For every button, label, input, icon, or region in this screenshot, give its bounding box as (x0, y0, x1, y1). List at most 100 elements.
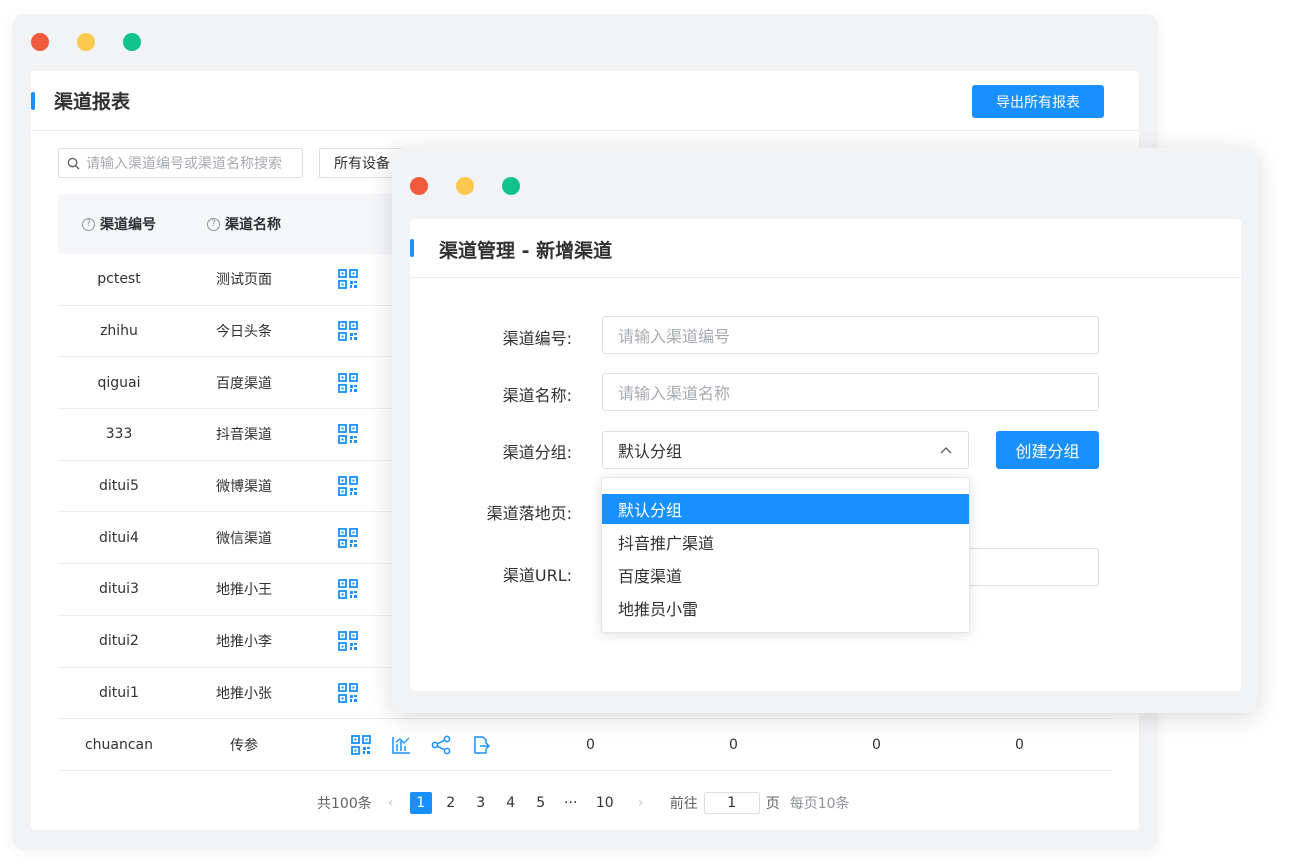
channel-name-input[interactable]: 请输入渠道名称 (602, 373, 1099, 411)
channel-name: 今日头条 (216, 324, 272, 341)
window-maximize-dot[interactable] (502, 177, 520, 195)
channel-group-select[interactable]: 默认分组 (602, 431, 969, 469)
title-accent (410, 239, 414, 257)
group-option[interactable]: 百度渠道 (602, 560, 969, 590)
window-minimize-dot[interactable] (456, 177, 474, 195)
channel-name: 微博渠道 (216, 479, 272, 496)
window-close-dot[interactable] (410, 177, 428, 195)
row-actions (308, 372, 388, 393)
channel-code: qiguai (97, 374, 141, 391)
qr-code-icon[interactable] (338, 476, 358, 496)
qr-code-icon[interactable] (338, 682, 358, 703)
channel-code: ditui3 (99, 581, 139, 598)
channel-name: 抖音渠道 (216, 427, 272, 444)
row-values: 0 0 0 0 (519, 737, 1091, 753)
channel-code: ditui1 (99, 684, 139, 701)
qr-code-icon[interactable] (338, 321, 358, 341)
qr-code-icon[interactable] (338, 269, 358, 290)
page-5[interactable]: 5 (530, 792, 552, 814)
channel-name: 百度渠道 (216, 375, 272, 392)
title-accent (31, 92, 35, 110)
page-title: 渠道报表 (54, 91, 131, 113)
bar-chart-icon[interactable] (391, 735, 411, 755)
create-group-button[interactable]: 创建分组 (996, 431, 1099, 469)
channel-name-placeholder: 请输入渠道名称 (618, 384, 731, 403)
add-channel-window: 渠道管理 - 新增渠道 渠道编号: 请输入渠道编号 渠道名称: 请输入渠道名称 … (392, 148, 1258, 713)
label-channel-url: 渠道URL: (502, 566, 572, 585)
channel-code: pctest (97, 271, 141, 288)
row-actions (308, 631, 388, 652)
channel-name: 地推小王 (216, 582, 272, 599)
pagination-total: 共100条 (317, 796, 372, 812)
channel-name: 地推小张 (216, 685, 272, 702)
search-placeholder: 请输入渠道编号或渠道名称搜索 (86, 156, 282, 172)
channel-code: chuancan (84, 736, 154, 753)
channel-code: ditui5 (99, 478, 139, 495)
export-file-icon[interactable] (471, 735, 491, 755)
qr-code-icon[interactable] (351, 734, 371, 755)
window-minimize-dot[interactable] (77, 33, 95, 51)
add-channel-panel: 渠道管理 - 新增渠道 渠道编号: 请输入渠道编号 渠道名称: 请输入渠道名称 … (410, 219, 1241, 691)
pagination: 共100条 ‹ 1 2 3 4 5 ··· 10 › 前往 1 页 每页10条 (31, 789, 1139, 817)
window-close-dot[interactable] (31, 33, 49, 51)
row-value: 0 (729, 736, 738, 753)
channel-name: 测试页面 (216, 272, 272, 289)
qr-code-icon[interactable] (338, 579, 358, 600)
channel-name: 微信渠道 (216, 530, 272, 547)
row-actions (308, 579, 388, 600)
channel-code-input[interactable]: 请输入渠道编号 (602, 316, 1099, 354)
per-page-label: 每页10条 (789, 796, 850, 812)
label-channel-name: 渠道名称: (502, 386, 572, 405)
export-all-button[interactable]: 导出所有报表 (972, 85, 1104, 118)
help-icon[interactable]: ? (82, 217, 95, 231)
page-1[interactable]: 1 (409, 792, 432, 814)
share-icon[interactable] (431, 735, 451, 755)
group-option[interactable]: 抖音推广渠道 (602, 527, 969, 557)
channel-name: 传参 (230, 737, 258, 754)
help-icon[interactable]: ? (207, 217, 220, 231)
page-10[interactable]: 10 (594, 792, 616, 814)
row-value: 0 (872, 736, 881, 753)
row-actions (308, 321, 388, 341)
qr-code-icon[interactable] (338, 424, 358, 445)
next-page-icon[interactable]: › (630, 792, 652, 814)
qr-code-icon[interactable] (338, 631, 358, 652)
row-actions (308, 527, 388, 548)
device-select-value: 所有设备 (334, 156, 390, 172)
dialog-title: 渠道管理 - 新增渠道 (439, 240, 613, 262)
search-input[interactable]: 请输入渠道编号或渠道名称搜索 (58, 148, 303, 178)
label-landing-page: 渠道落地页: (486, 504, 572, 523)
goto-page-input[interactable]: 1 (703, 792, 760, 814)
group-option[interactable]: 地推员小雷 (602, 593, 969, 623)
row-value: 0 (586, 736, 595, 753)
channel-code: 333 (105, 426, 133, 443)
qr-code-icon[interactable] (338, 372, 358, 393)
column-header-name[interactable]: ? 渠道名称 (180, 214, 308, 234)
prev-page-icon[interactable]: ‹ (380, 792, 402, 814)
qr-code-icon[interactable] (338, 527, 358, 548)
row-actions (308, 476, 388, 496)
channel-code: ditui2 (99, 633, 139, 650)
group-option[interactable]: 默认分组 (602, 494, 969, 524)
label-channel-group: 渠道分组: (502, 443, 572, 462)
search-icon (67, 157, 80, 170)
window-maximize-dot[interactable] (123, 33, 141, 51)
row-actions (351, 734, 491, 755)
row-actions (308, 682, 388, 703)
channel-code: zhihu (100, 323, 138, 340)
page-3[interactable]: 3 (470, 792, 492, 814)
label-channel-code: 渠道编号: (502, 329, 572, 348)
report-title-bar: 渠道报表 导出所有报表 (31, 71, 1139, 131)
page-4[interactable]: 4 (500, 792, 522, 814)
row-value: 0 (1015, 736, 1024, 753)
page-unit-label: 页 (765, 796, 780, 812)
row-actions (308, 269, 388, 290)
table-row: chuancan 传参 0 0 0 0 (58, 719, 1112, 771)
chevron-up-icon (940, 447, 952, 454)
channel-group-value: 默认分组 (618, 442, 683, 461)
page-2[interactable]: 2 (440, 792, 462, 814)
goto-label: 前往 (669, 796, 698, 812)
column-header-code[interactable]: ? 渠道编号 (58, 214, 180, 234)
row-actions (308, 424, 388, 445)
page-ellipsis[interactable]: ··· (560, 792, 582, 814)
